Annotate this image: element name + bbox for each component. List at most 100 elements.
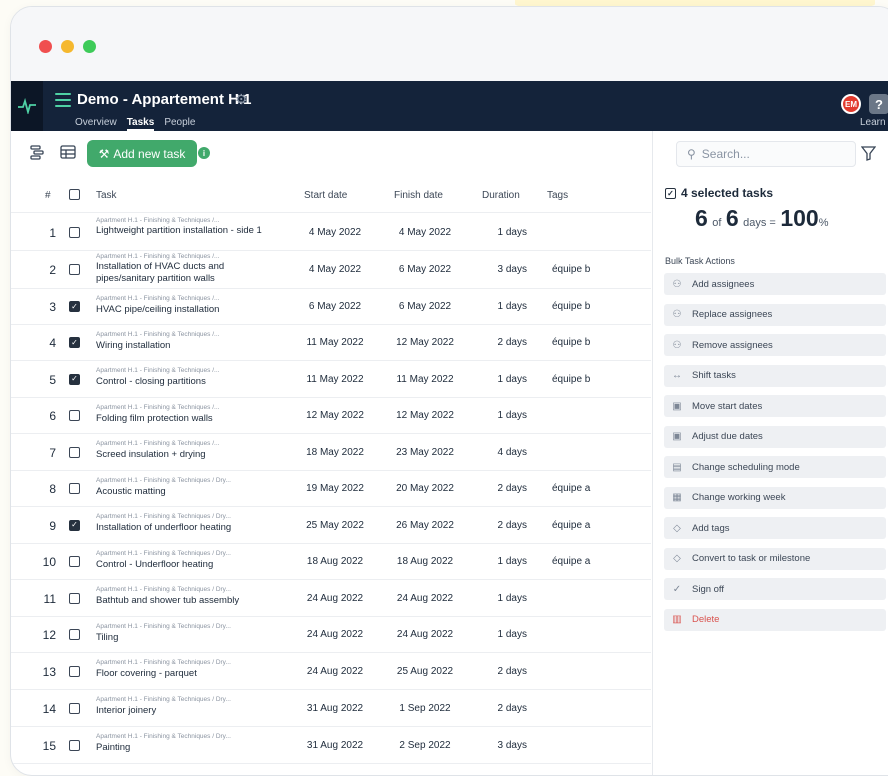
duration-cell[interactable]: 2 days — [481, 520, 527, 531]
add-tags-button[interactable]: ◇ Add tags — [664, 517, 886, 539]
learn-link[interactable]: Learn — [860, 117, 886, 128]
table-row[interactable]: 9 ✓ Apartment H.1 - Finishing & Techniques… — [11, 507, 651, 544]
start-date-cell[interactable]: 25 May 2022 — [297, 520, 373, 531]
finish-date-cell[interactable]: 25 Aug 2022 — [387, 666, 463, 677]
finish-date-cell[interactable]: 24 Aug 2022 — [387, 629, 463, 640]
duration-cell[interactable]: 3 days — [481, 740, 527, 751]
column-header-task[interactable]: Task — [96, 190, 117, 201]
tab-overview[interactable]: Overview — [75, 117, 117, 131]
row-checkbox[interactable]: ✓ — [69, 373, 80, 385]
row-checkbox[interactable] — [69, 592, 80, 604]
row-checkbox[interactable] — [69, 446, 80, 458]
finish-date-cell[interactable]: 12 May 2022 — [387, 410, 463, 421]
table-row[interactable]: 13 Apartment H.1 - Finishing & Techniques… — [11, 653, 651, 690]
finish-date-cell[interactable]: 1 Sep 2022 — [387, 703, 463, 714]
table-row[interactable]: 6 Apartment H.1 - Finishing & Techniques … — [11, 398, 651, 434]
finish-date-cell[interactable]: 6 May 2022 — [387, 301, 463, 312]
minimize-window-button[interactable] — [61, 40, 74, 53]
start-date-cell[interactable]: 18 May 2022 — [297, 447, 373, 458]
list-view-icon[interactable] — [29, 143, 47, 161]
start-date-cell[interactable]: 6 May 2022 — [297, 301, 373, 312]
table-row[interactable]: 10 Apartment H.1 - Finishing & Techniques… — [11, 544, 651, 580]
task-name[interactable]: Painting — [96, 742, 281, 754]
duration-cell[interactable]: 1 days — [481, 301, 527, 312]
start-date-cell[interactable]: 4 May 2022 — [297, 264, 373, 275]
filter-icon[interactable] — [860, 146, 877, 164]
table-row[interactable]: 14 Apartment H.1 - Finishing & Techniques… — [11, 690, 651, 727]
table-row[interactable]: 2 Apartment H.1 - Finishing & Techniques … — [11, 251, 651, 289]
table-row[interactable]: 7 Apartment H.1 - Finishing & Techniques … — [11, 434, 651, 471]
task-name[interactable]: Wiring installation — [96, 340, 281, 352]
maximize-window-button[interactable] — [83, 40, 96, 53]
table-row[interactable]: 15 Apartment H.1 - Finishing & Techniques… — [11, 727, 651, 764]
row-checkbox[interactable] — [69, 665, 80, 677]
duration-cell[interactable]: 2 days — [481, 337, 527, 348]
tag-cell[interactable]: équipe a — [552, 520, 590, 531]
row-checkbox[interactable]: ✓ — [69, 337, 80, 348]
tab-tasks[interactable]: Tasks — [126, 117, 155, 131]
duration-cell[interactable]: 2 days — [481, 703, 527, 714]
task-name[interactable]: Folding film protection walls — [96, 413, 281, 425]
delete-button[interactable]: ▥ Delete — [664, 608, 886, 631]
task-name[interactable]: HVAC pipe/ceiling installation — [96, 304, 281, 316]
start-date-cell[interactable]: 4 May 2022 — [297, 227, 373, 238]
finish-date-cell[interactable]: 26 May 2022 — [387, 520, 463, 531]
remove-assignees-button[interactable]: ⚇ Remove assignees — [664, 334, 886, 356]
start-date-cell[interactable]: 18 Aug 2022 — [297, 556, 373, 567]
finish-date-cell[interactable]: 2 Sep 2022 — [387, 740, 463, 751]
start-date-cell[interactable]: 24 Aug 2022 — [297, 629, 373, 640]
table-row[interactable]: 11 Apartment H.1 - Finishing & Techniques… — [11, 580, 651, 617]
column-header-tags[interactable]: Tags — [547, 190, 568, 201]
help-icon[interactable]: ? — [869, 94, 888, 114]
task-name[interactable]: Screed insulation + drying — [96, 449, 281, 461]
row-checkbox[interactable] — [69, 410, 80, 421]
adjust-due-dates-button[interactable]: ▣ Adjust due dates — [664, 425, 886, 448]
duration-cell[interactable]: 2 days — [481, 483, 527, 494]
task-name[interactable]: Floor covering - parquet — [96, 668, 281, 680]
menu-icon[interactable] — [55, 93, 71, 107]
task-name[interactable]: Acoustic matting — [96, 486, 281, 498]
add-new-task-button[interactable]: ⚒ Add new task — [87, 140, 197, 167]
finish-date-cell[interactable]: 4 May 2022 — [387, 227, 463, 238]
finish-date-cell[interactable]: 11 May 2022 — [387, 374, 463, 385]
table-row[interactable]: 4 ✓ Apartment H.1 - Finishing & Techniques… — [11, 325, 651, 361]
duration-cell[interactable]: 1 days — [481, 593, 527, 604]
info-icon[interactable]: i — [198, 147, 210, 159]
row-checkbox[interactable] — [69, 264, 80, 275]
start-date-cell[interactable]: 24 Aug 2022 — [297, 593, 373, 604]
tag-cell[interactable]: équipe a — [552, 483, 590, 494]
row-checkbox[interactable] — [69, 556, 80, 567]
duration-cell[interactable]: 4 days — [481, 447, 527, 458]
tag-cell[interactable]: équipe b — [552, 374, 590, 385]
row-checkbox[interactable]: ✓ — [69, 301, 80, 312]
user-avatar[interactable]: EM — [841, 94, 861, 114]
task-name[interactable]: Tiling — [96, 632, 281, 644]
column-header-finish-date[interactable]: Finish date — [394, 190, 443, 201]
start-date-cell[interactable]: 11 May 2022 — [297, 337, 373, 348]
table-row[interactable]: 5 ✓ Apartment H.1 - Finishing & Techniques… — [11, 361, 651, 398]
row-checkbox[interactable] — [69, 629, 80, 640]
duration-cell[interactable]: 1 days — [481, 410, 527, 421]
finish-date-cell[interactable]: 20 May 2022 — [387, 483, 463, 494]
select-all-checkbox[interactable] — [69, 189, 80, 200]
move-start-dates-button[interactable]: ▣ Move start dates — [664, 395, 886, 417]
duration-cell[interactable]: 1 days — [481, 556, 527, 567]
finish-date-cell[interactable]: 23 May 2022 — [387, 447, 463, 458]
row-checkbox[interactable] — [69, 227, 80, 238]
duration-cell[interactable]: 1 days — [481, 629, 527, 640]
task-name[interactable]: Control - closing partitions — [96, 376, 281, 388]
change-working-week-button[interactable]: ▦ Change working week — [664, 486, 886, 509]
selection-checkbox-icon[interactable]: ✓ — [665, 187, 676, 199]
tag-cell[interactable]: équipe b — [552, 337, 590, 348]
tab-people[interactable]: People — [164, 117, 195, 131]
duration-cell[interactable]: 3 days — [481, 264, 527, 275]
duration-cell[interactable]: 2 days — [481, 666, 527, 677]
start-date-cell[interactable]: 24 Aug 2022 — [297, 666, 373, 677]
shift-tasks-button[interactable]: ↔ Shift tasks — [664, 364, 886, 387]
table-row[interactable]: 3 ✓ Apartment H.1 - Finishing & Techniques… — [11, 289, 651, 325]
row-checkbox[interactable] — [69, 702, 80, 714]
start-date-cell[interactable]: 19 May 2022 — [297, 483, 373, 494]
table-row[interactable]: 12 Apartment H.1 - Finishing & Techniques… — [11, 617, 651, 653]
replace-assignees-button[interactable]: ⚇ Replace assignees — [664, 303, 886, 326]
finish-date-cell[interactable]: 12 May 2022 — [387, 337, 463, 348]
